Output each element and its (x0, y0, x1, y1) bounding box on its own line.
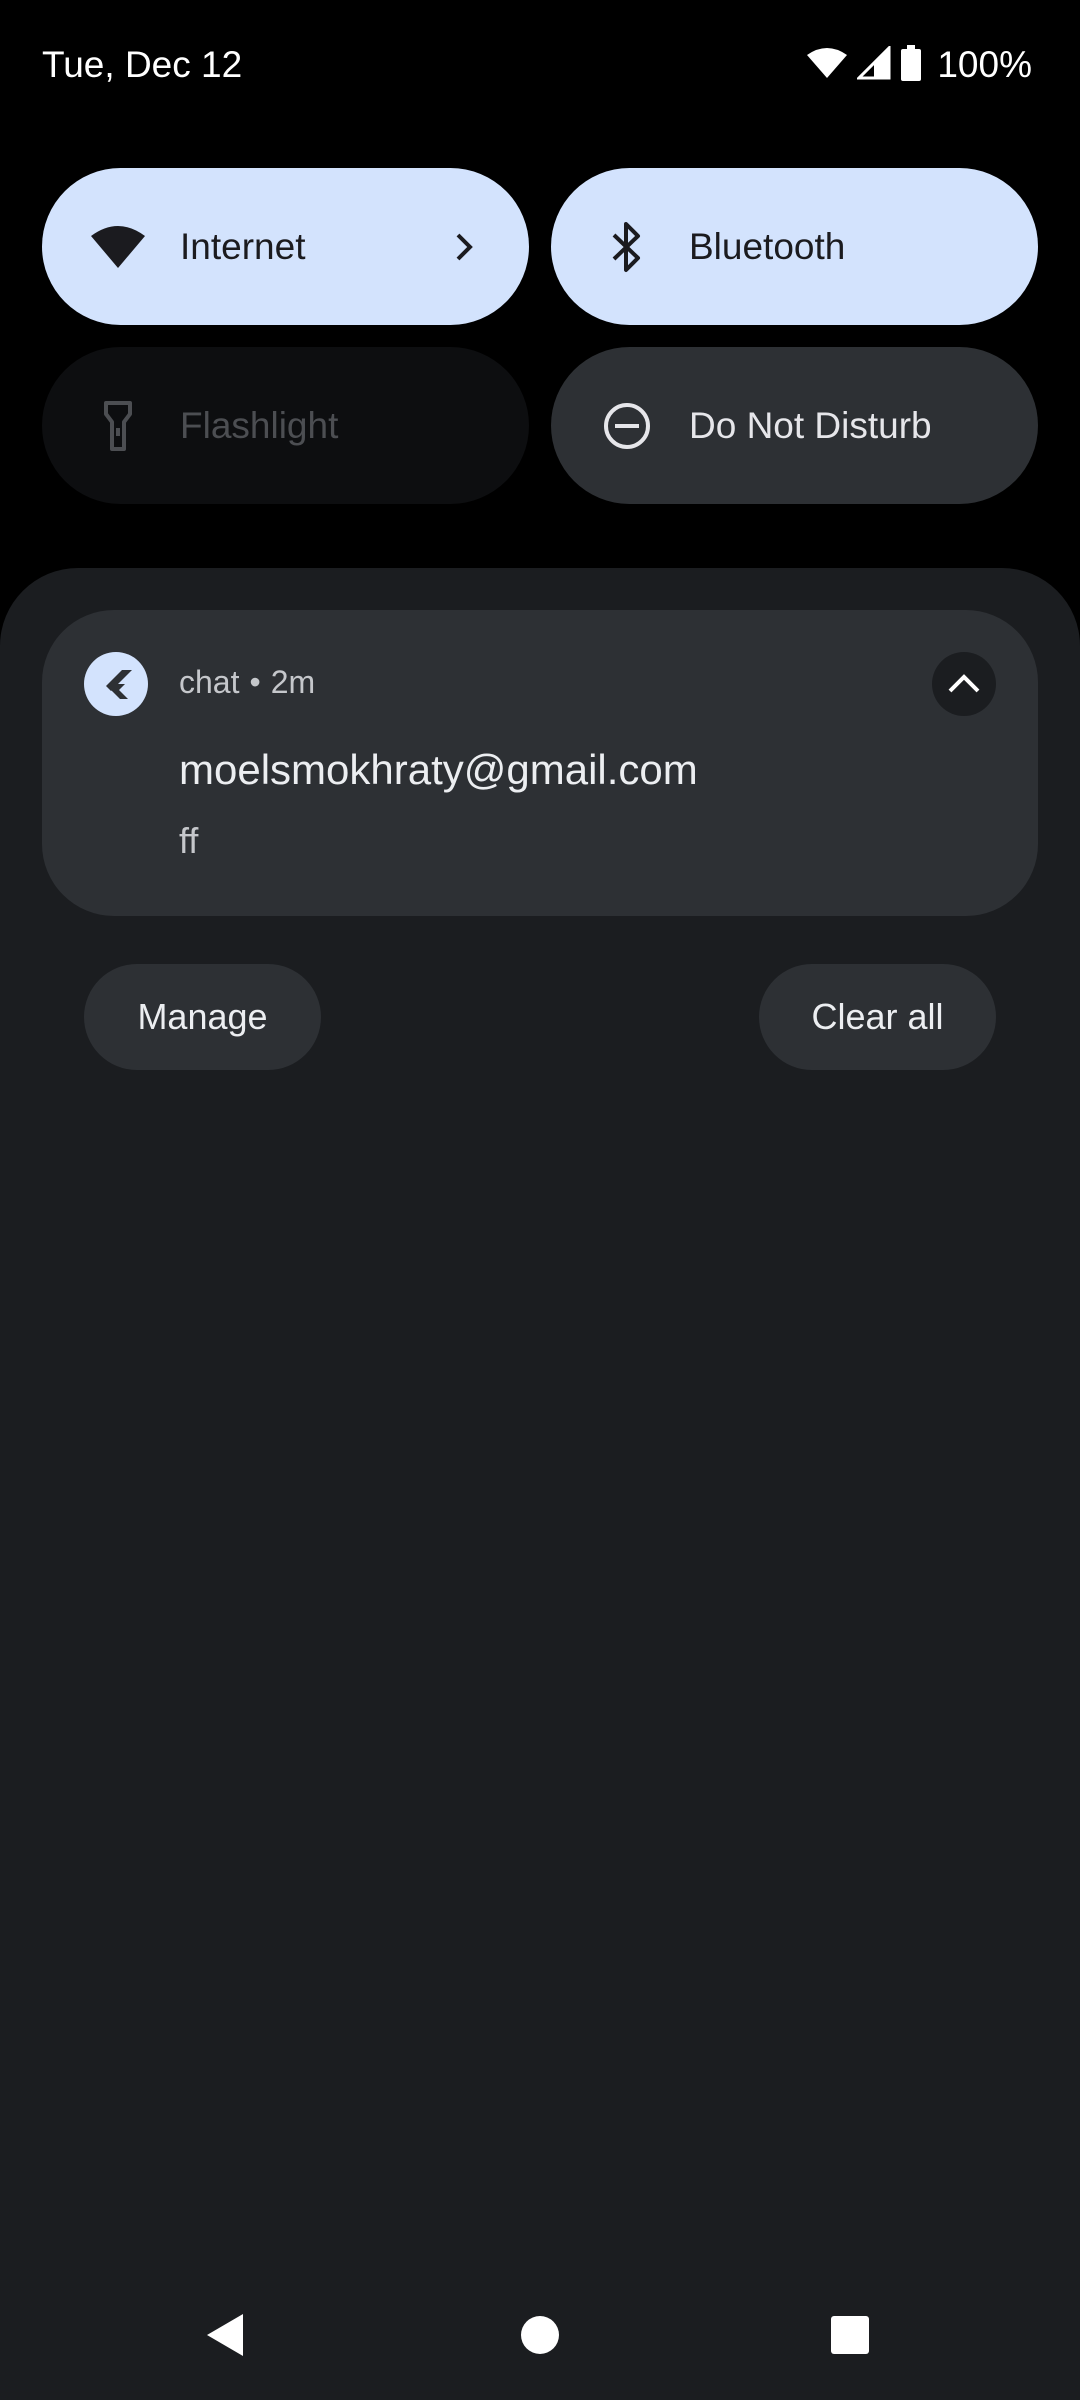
recents-icon[interactable] (790, 2270, 910, 2400)
notification-app-name: chat (179, 664, 240, 700)
tile-label: Internet (180, 225, 306, 267)
flashlight-icon (88, 396, 148, 456)
bluetooth-icon (597, 217, 657, 277)
chevron-up-icon[interactable] (932, 652, 996, 716)
tile-flashlight[interactable]: Flashlight (42, 347, 529, 504)
wifi-icon (807, 47, 848, 84)
cell-signal-icon (855, 43, 891, 85)
navigation-bar (0, 2270, 1080, 2400)
tile-bluetooth[interactable]: Bluetooth (551, 168, 1038, 325)
header-separator: • (249, 664, 261, 700)
notification-card[interactable]: chat • 2m moelsmokhraty@gmail.com ff (42, 610, 1038, 916)
tile-label: Do Not Disturb (689, 404, 932, 446)
notification-panel: chat • 2m moelsmokhraty@gmail.com ff Man… (0, 568, 1080, 2400)
status-icons: 100% (807, 43, 1032, 86)
quick-settings: Internet Bluetooth Flashlight Do Not Dis… (42, 168, 1038, 504)
status-date: Tue, Dec 12 (42, 44, 243, 85)
tile-do-not-disturb[interactable]: Do Not Disturb (551, 347, 1038, 504)
notification-shade-screen: Tue, Dec 12 100% Internet Bluetooth Flas… (0, 0, 1080, 2400)
status-bar: Tue, Dec 12 100% (0, 0, 1080, 130)
tile-label: Bluetooth (689, 225, 846, 267)
wifi-icon (88, 217, 148, 277)
home-icon[interactable] (480, 2270, 600, 2400)
battery-icon (901, 44, 922, 86)
back-icon[interactable] (165, 2270, 285, 2400)
tile-label: Flashlight (180, 404, 339, 446)
notification-time: 2m (270, 664, 316, 700)
battery-percent: 100% (937, 44, 1032, 85)
notification-header: chat • 2m (179, 664, 315, 701)
manage-button[interactable]: Manage (84, 964, 321, 1070)
notification-text: ff (179, 820, 199, 861)
tile-internet[interactable]: Internet (42, 168, 529, 325)
clear-all-button[interactable]: Clear all (759, 964, 996, 1070)
chevron-right-icon[interactable] (445, 227, 485, 267)
flutter-icon (84, 652, 148, 716)
do-not-disturb-icon (597, 396, 657, 456)
notification-title: moelsmokhraty@gmail.com (179, 746, 698, 793)
